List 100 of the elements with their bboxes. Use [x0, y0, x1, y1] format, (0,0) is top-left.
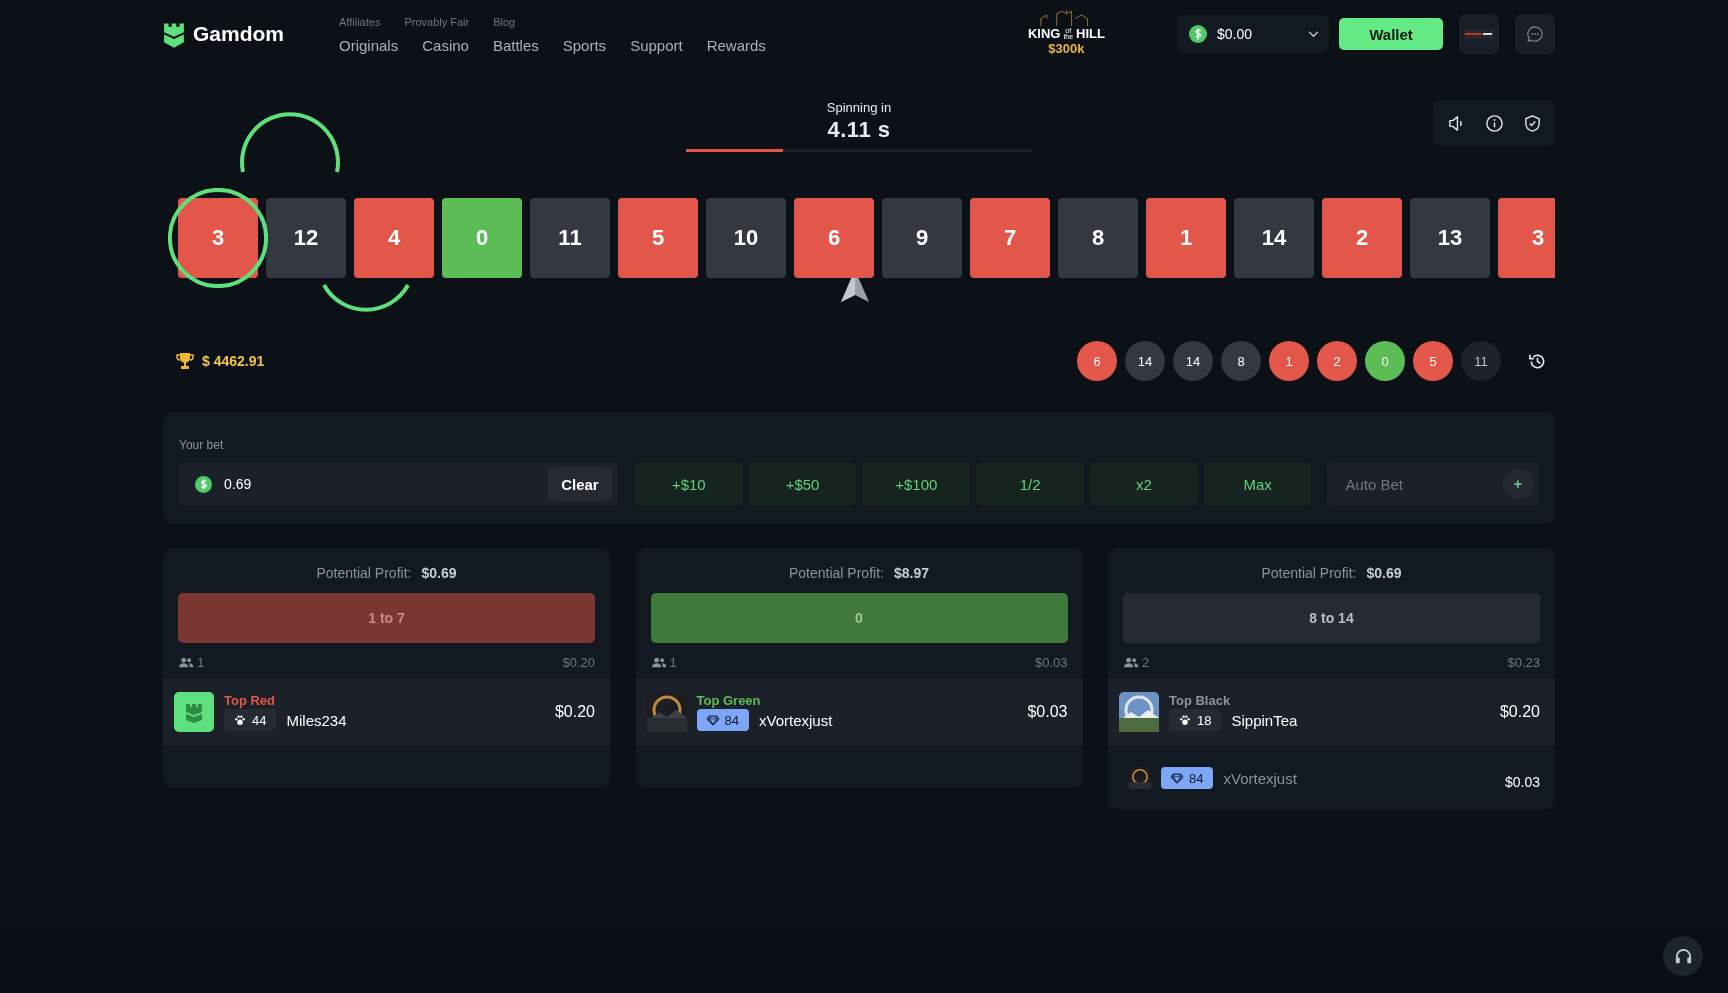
nav-link[interactable]: Battles [492, 37, 539, 54]
nav-link[interactable]: Originals [339, 37, 399, 54]
logo-text[interactable]: Gamdom [193, 22, 284, 46]
level-badge: 44 [224, 709, 277, 731]
auto-bet-input[interactable]: Auto Bet [1343, 474, 1503, 494]
jackpot-amount: $ 4462.91 [202, 353, 265, 369]
profit-value: $0.69 [1366, 565, 1402, 581]
chevron-down-icon [1308, 30, 1319, 38]
paw-icon [1179, 714, 1191, 726]
nav-link[interactable]: Rewards [706, 37, 766, 54]
profit-value: $8.97 [893, 565, 929, 581]
info-icon [1484, 113, 1504, 133]
clear-button[interactable]: Clear [547, 467, 612, 501]
chat-button[interactable] [1515, 14, 1555, 54]
roulette-tile: 5 [618, 198, 698, 278]
total-bet: $0.23 [1507, 655, 1540, 670]
users-icon [178, 657, 194, 668]
profit-label: Potential Profit: [1261, 565, 1357, 581]
bet-amount: $0.03 [1504, 774, 1540, 790]
history-icon [1527, 351, 1547, 371]
top-link[interactable]: Blog [493, 16, 516, 28]
history-result: 5 [1413, 341, 1453, 381]
trophy-icon [175, 351, 195, 371]
top-bet-title: Top Black [1169, 693, 1232, 708]
promo-title[interactable]: KING [1027, 26, 1061, 41]
profit-label: Potential Profit: [789, 565, 884, 581]
bet-amount: $0.20 [554, 703, 595, 721]
history-result: 1 [1269, 341, 1309, 381]
quick-bet-button[interactable]: x2 [1089, 462, 1198, 506]
level-badge: 18 [1169, 709, 1222, 731]
level-badge: 84 [1161, 767, 1214, 789]
roulette-tile: 14 [1234, 198, 1314, 278]
username: xVortexjust [1223, 769, 1297, 787]
roulette-tile: 1 [1146, 198, 1226, 278]
nav-link[interactable]: Support [630, 37, 683, 54]
nav-link[interactable]: Casino [422, 37, 469, 54]
player-count: 1 [669, 655, 677, 670]
roulette-tile: 6 [794, 198, 874, 278]
place-bet-button[interactable]: 8 to 14 [1123, 593, 1540, 643]
dollar-icon [195, 475, 212, 493]
top-bet-title: Top Green [696, 693, 762, 708]
balance-amount: $0.00 [1217, 26, 1254, 42]
history-result: 14 [1125, 341, 1165, 381]
amount-input[interactable]: 0.69 [222, 475, 548, 493]
roulette-tile: 13 [1410, 198, 1490, 278]
roulette-tile: 0 [442, 198, 522, 278]
castle-avatar-icon [174, 692, 214, 732]
top-link[interactable]: Provably Fair [404, 16, 470, 28]
headset-icon [1673, 946, 1693, 966]
roulette-tile: 12 [266, 198, 346, 278]
history-result: 0 [1365, 341, 1405, 381]
username: xVortexjust [758, 711, 833, 729]
countdown-time: 4.11 s [827, 117, 891, 143]
balance-selector[interactable]: $0.00 [1177, 15, 1329, 53]
total-bet: $0.20 [562, 655, 595, 670]
quick-bet-button[interactable]: +$50 [748, 462, 857, 506]
history-result: 6 [1077, 341, 1117, 381]
users-icon [650, 657, 667, 668]
bet-amount: $0.03 [1027, 703, 1068, 721]
paw-icon [234, 714, 246, 726]
top-link[interactable]: Affiliates [339, 16, 381, 28]
history-result: 11 [1461, 341, 1501, 381]
roulette-tile: 2 [1322, 198, 1402, 278]
wallet-button[interactable]: Wallet [1339, 18, 1443, 50]
roulette-tile: 8 [1058, 198, 1138, 278]
users-icon [1123, 657, 1139, 668]
player-count: 2 [1142, 655, 1150, 670]
profit-label: Potential Profit: [316, 565, 412, 581]
diamond-icon [1171, 772, 1183, 784]
bet-label: Your bet [179, 438, 225, 452]
roulette-tile: 7 [970, 198, 1050, 278]
promo-title[interactable]: HILL [1076, 26, 1105, 41]
dollar-icon [1189, 25, 1207, 43]
auto-bet-field[interactable]: Auto Bet + [1327, 462, 1539, 506]
quick-bet-button[interactable]: +$10 [634, 462, 743, 506]
username: Miles234 [286, 711, 347, 729]
total-bet: $0.03 [1034, 655, 1068, 670]
quick-bet-button[interactable]: 1/2 [976, 462, 1084, 506]
username: SippinTea [1231, 711, 1298, 729]
avatar-button[interactable] [1459, 14, 1499, 54]
level-badge: 84 [696, 709, 749, 731]
shield-check-icon [1522, 113, 1542, 133]
roulette-tile: 4 [354, 198, 434, 278]
history-result: 14 [1173, 341, 1213, 381]
nav-link[interactable]: Sports [562, 37, 607, 54]
diamond-icon [706, 714, 719, 726]
bet-amount-field[interactable]: 0.69 Clear [179, 462, 618, 506]
roulette-tile: 9 [882, 198, 962, 278]
history-result: 2 [1317, 341, 1357, 381]
top-bet-title: Top Red [224, 693, 277, 708]
quick-bet-button[interactable]: +$100 [862, 462, 971, 506]
roulette-tile: 10 [706, 198, 786, 278]
promo-prize: $300k [1048, 41, 1085, 56]
history-result: 8 [1221, 341, 1261, 381]
player-count: 1 [197, 655, 205, 670]
countdown-label: Spinning in [826, 100, 892, 115]
quick-bet-button[interactable]: Max [1203, 462, 1312, 506]
roulette-tile: 3 [1498, 198, 1555, 278]
chat-icon [1526, 25, 1544, 43]
add-auto-bet-button[interactable]: + [1502, 469, 1533, 499]
